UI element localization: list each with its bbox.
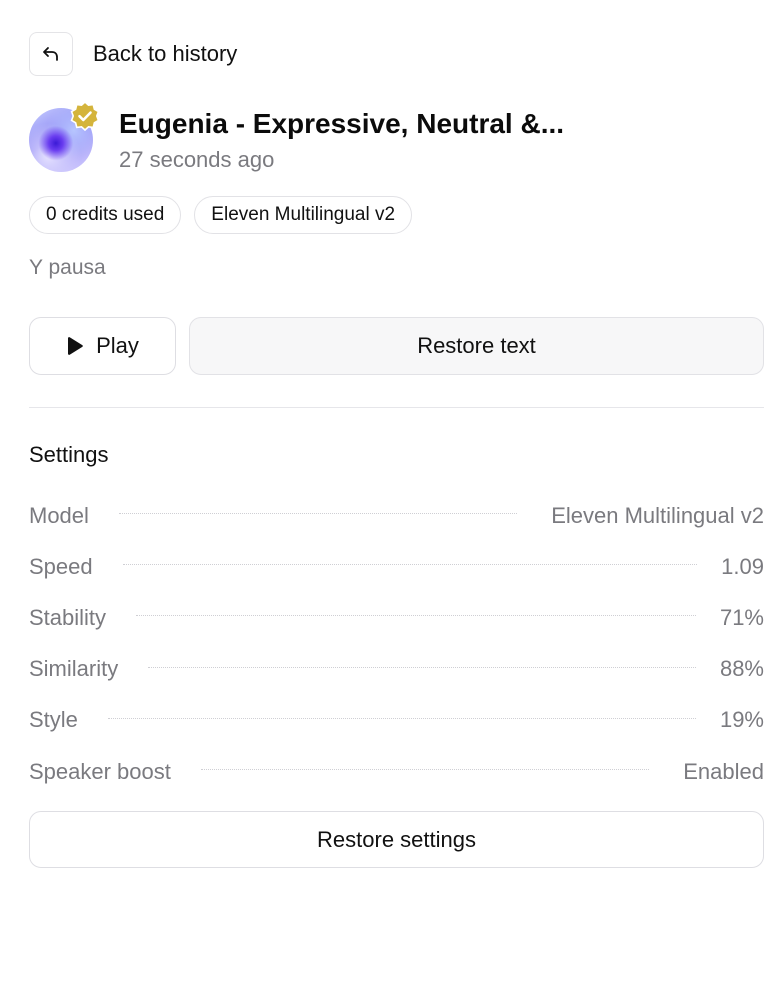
settings-list: Model Eleven Multilingual v2 Speed 1.09 … [29, 490, 764, 797]
setting-label: Speed [29, 553, 93, 579]
setting-leader [200, 769, 650, 771]
play-icon [68, 337, 83, 355]
play-label: Play [96, 333, 139, 358]
back-button[interactable] [29, 32, 73, 76]
setting-leader [107, 717, 696, 719]
setting-row-model: Model Eleven Multilingual v2 [29, 490, 764, 541]
info-pills: 0 credits used Eleven Multilingual v2 [29, 196, 413, 234]
setting-label: Similarity [29, 656, 119, 682]
voice-title: Eugenia - Expressive, Neutral &... [119, 108, 565, 139]
setting-label: Model [29, 502, 89, 528]
settings-heading: Settings [29, 442, 109, 467]
generation-timestamp: 27 seconds ago [119, 147, 275, 172]
model-pill: Eleven Multilingual v2 [194, 196, 413, 234]
action-buttons: Play Restore text [29, 317, 764, 375]
restore-text-button[interactable]: Restore text [189, 317, 764, 375]
setting-leader [136, 615, 696, 617]
voice-avatar-wrap [29, 100, 100, 172]
back-to-history-link[interactable]: Back to history [93, 41, 237, 67]
setting-row-speaker-boost: Speaker boost Enabled [29, 746, 764, 797]
voice-header: Eugenia - Expressive, Neutral &... 27 se… [29, 100, 564, 174]
verified-badge-icon [70, 100, 100, 132]
setting-row-speed: Speed 1.09 [29, 541, 764, 592]
setting-value: Eleven Multilingual v2 [551, 502, 764, 528]
setting-label: Stability [29, 604, 107, 630]
setting-value: 88% [719, 656, 764, 682]
setting-label: Style [29, 707, 78, 733]
setting-row-stability: Stability 71% [29, 592, 764, 643]
setting-value: 19% [719, 707, 764, 733]
restore-settings-button[interactable]: Restore settings [29, 811, 764, 868]
setting-value: 1.09 [721, 553, 764, 579]
setting-leader [122, 564, 698, 566]
play-button[interactable]: Play [29, 317, 176, 375]
text-preview: Y pausa [29, 256, 106, 279]
undo-arrow-icon [43, 47, 58, 61]
setting-value: Enabled [683, 758, 764, 784]
setting-leader [118, 513, 518, 515]
setting-label: Speaker boost [29, 758, 171, 784]
credits-used-pill: 0 credits used [29, 196, 182, 234]
setting-leader [148, 666, 696, 668]
back-row: Back to history [29, 31, 237, 77]
restore-settings-label: Restore settings [317, 826, 476, 852]
history-detail-page: Back to history Eugenia - Expressive, Ne… [0, 0, 780, 994]
setting-row-style: Style 19% [29, 695, 764, 746]
restore-text-label: Restore text [417, 333, 536, 358]
setting-value: 71% [719, 604, 764, 630]
setting-row-similarity: Similarity 88% [29, 644, 764, 695]
section-divider [29, 407, 764, 408]
voice-title-block: Eugenia - Expressive, Neutral &... 27 se… [119, 100, 564, 174]
